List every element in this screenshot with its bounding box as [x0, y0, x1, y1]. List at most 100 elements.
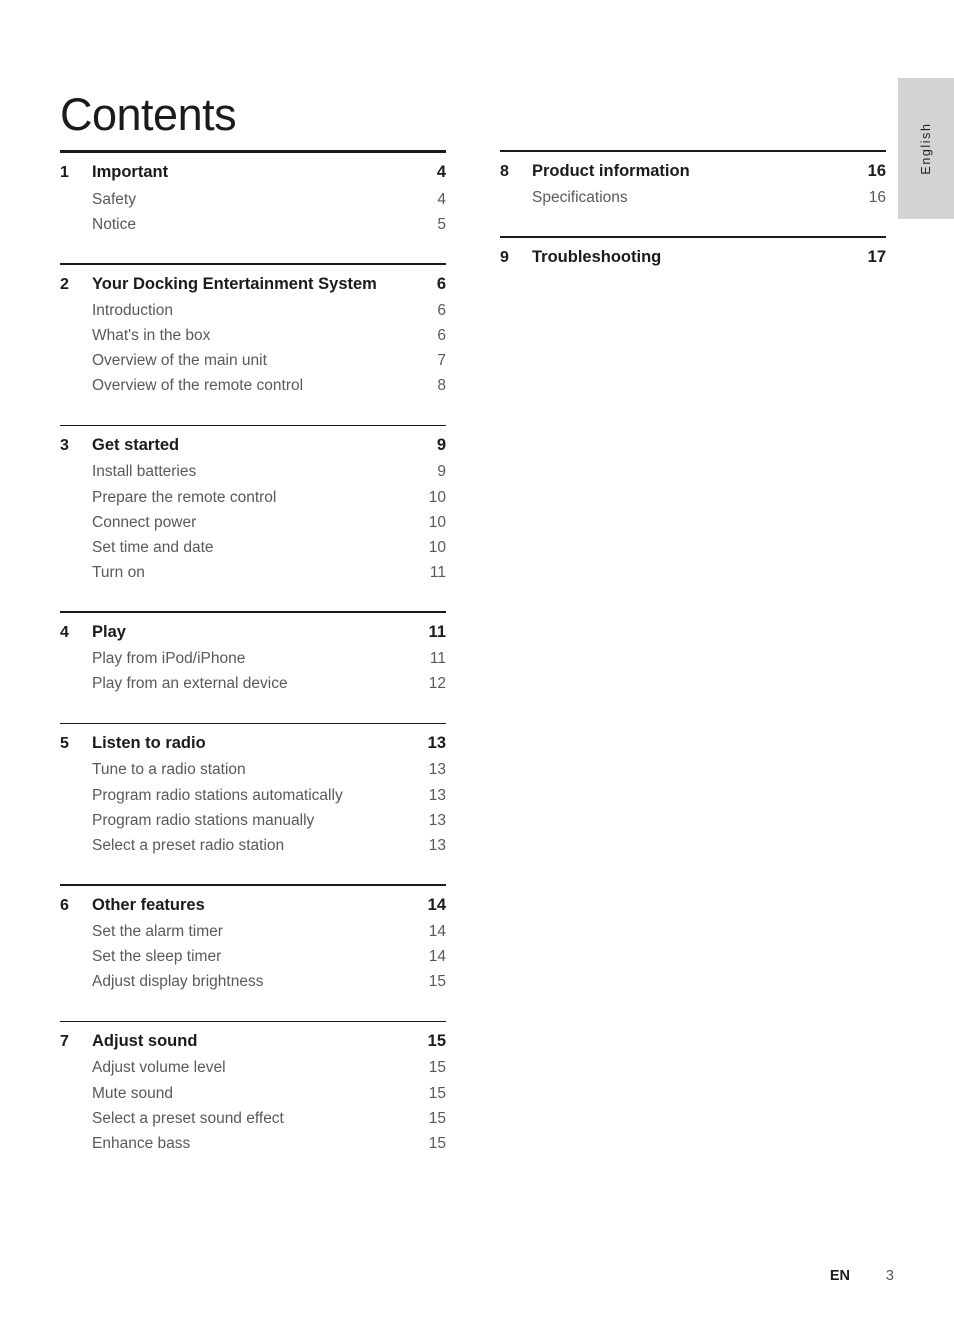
toc-subentry-row[interactable]: Connect power 10	[60, 510, 446, 535]
toc-chapter-row[interactable]: 5 Listen to radio 13	[60, 731, 446, 757]
subentry-page-number: 7	[437, 352, 446, 370]
chapter-number: 4	[60, 624, 69, 642]
subentry-page-number: 5	[437, 215, 446, 233]
subentry-title: Select a preset sound effect	[92, 1109, 284, 1127]
toc-subentry-row[interactable]: Program radio stations automatically 13	[60, 783, 446, 808]
page-footer: EN 3	[0, 1268, 894, 1284]
toc-chapter-row[interactable]: 3 Get started 9	[60, 433, 446, 459]
toc-chapter-row[interactable]: 8 Product information 16	[500, 159, 886, 185]
chapter-number: 5	[60, 735, 69, 753]
toc-subentry-row[interactable]: Overview of the main unit 7	[60, 348, 446, 373]
chapter-page-number: 13	[427, 734, 446, 753]
toc-section: 6 Other features 14 Set the alarm timer 14 Se…	[60, 884, 446, 994]
subentry-title: Overview of the remote control	[92, 377, 304, 395]
toc-subentry-row[interactable]: Enhance bass 15	[60, 1131, 446, 1156]
toc-subentry-row[interactable]: Program radio stations manually 13	[60, 808, 446, 833]
subentry-title: Overview of the main unit	[92, 352, 267, 370]
subentry-page-number: 10	[428, 488, 446, 506]
subentry-title: Specifications	[532, 188, 628, 206]
toc-subentry-row[interactable]: Select a preset sound effect 15	[60, 1106, 446, 1131]
toc-subentry-row[interactable]: Mute sound 15	[60, 1081, 446, 1106]
chapter-number: 7	[60, 1033, 69, 1051]
subentry-page-number: 4	[437, 190, 446, 208]
toc-subentry-row[interactable]: Set the alarm timer 14	[60, 919, 446, 944]
subentry-page-number: 13	[428, 761, 446, 779]
subentry-page-number: 15	[428, 1059, 446, 1077]
toc-subentry-row[interactable]: Adjust display brightness 15	[60, 969, 446, 994]
toc-subentry-row[interactable]: Overview of the remote control 8	[60, 373, 446, 398]
toc-section: 1 Important 4 Safety 4 Notice 5	[60, 150, 446, 237]
toc-chapter-row[interactable]: 1 Important 4	[60, 160, 446, 186]
toc-subentry-row[interactable]: What's in the box 6	[60, 323, 446, 348]
chapter-page-number: 17	[867, 247, 886, 266]
toc-subentry-row[interactable]: Introduction 6	[60, 298, 446, 323]
toc-subentry-row[interactable]: Adjust volume level 15	[60, 1055, 446, 1080]
toc-chapter-row[interactable]: 6 Other features 14	[60, 893, 446, 919]
chapter-number: 6	[60, 896, 69, 914]
language-tab-label: English	[919, 122, 933, 175]
subentry-title: Safety	[92, 190, 136, 208]
footer-language-code: EN	[829, 1268, 850, 1284]
toc-subentry-row[interactable]: Set time and date 10	[60, 535, 446, 560]
subentry-page-number: 11	[429, 564, 446, 582]
chapter-number: 1	[60, 164, 69, 182]
toc-entries: 2 Your Docking Entertainment System 6 Intro…	[60, 265, 446, 399]
toc-section: 9 Troubleshooting 17	[500, 236, 886, 271]
subentry-page-number: 12	[428, 675, 446, 693]
subentry-title: Install batteries	[92, 463, 197, 481]
subentry-title: Tune to a radio station	[92, 761, 246, 779]
subentry-title: Mute sound	[92, 1084, 173, 1102]
chapter-page-number: 11	[428, 623, 446, 642]
toc-subentry-row[interactable]: Specifications 16	[500, 185, 886, 210]
chapter-number: 2	[60, 275, 69, 293]
toc-subentry-row[interactable]: Play from iPod/iPhone 11	[60, 646, 446, 671]
chapter-title: Listen to radio	[92, 734, 206, 753]
chapter-page-number: 14	[427, 895, 446, 914]
subentry-title: Adjust display brightness	[92, 973, 264, 991]
toc-subentry-row[interactable]: Safety 4	[60, 187, 446, 212]
toc-chapter-row[interactable]: 7 Adjust sound 15	[60, 1029, 446, 1055]
toc-entries: 9 Troubleshooting 17	[500, 238, 886, 271]
chapter-number: 8	[500, 162, 509, 180]
toc-entries: 6 Other features 14 Set the alarm timer 14 Se…	[60, 886, 446, 995]
toc-chapter-row[interactable]: 2 Your Docking Entertainment System 6	[60, 272, 446, 298]
toc-subentry-row[interactable]: Select a preset radio station 13	[60, 833, 446, 858]
subentry-page-number: 14	[428, 948, 446, 966]
chapter-title: Troubleshooting	[532, 247, 662, 266]
subentry-title: Set the alarm timer	[92, 923, 223, 941]
subentry-page-number: 15	[428, 1084, 446, 1102]
subentry-title: Select a preset radio station	[92, 837, 285, 855]
toc-section: 7 Adjust sound 15 Adjust volume level 15 Mute…	[60, 1020, 446, 1157]
chapter-title: Adjust sound	[92, 1032, 198, 1051]
toc-section: 3 Get started 9 Install batteries 9 Prepare t…	[60, 424, 446, 586]
toc-chapter-row[interactable]: 9 Troubleshooting 17	[500, 245, 886, 271]
subentry-page-number: 13	[428, 811, 446, 829]
subentry-title: Program radio stations automatically	[92, 786, 343, 804]
subentry-page-number: 11	[429, 650, 446, 668]
toc-section: 5 Listen to radio 13 Tune to a radio statio…	[60, 722, 446, 859]
subentry-page-number: 15	[428, 1109, 446, 1127]
toc-subentry-row[interactable]: Notice 5	[60, 212, 446, 237]
subentry-page-number: 6	[437, 327, 446, 344]
chapter-page-number: 6	[436, 274, 446, 293]
toc-subentry-row[interactable]: Play from an external device 12	[60, 671, 446, 696]
subentry-title: Adjust volume level	[92, 1059, 226, 1077]
subentry-title: Play from iPod/iPhone	[92, 650, 246, 668]
toc-subentry-row[interactable]: Set the sleep timer 14	[60, 944, 446, 969]
subentry-title: Introduction	[92, 301, 173, 319]
chapter-page-number: 4	[436, 163, 446, 182]
toc-entries: 1 Important 4 Safety 4 Notice 5	[60, 153, 446, 237]
toc-subentry-row[interactable]: Install batteries 9	[60, 459, 446, 484]
chapter-title: Other features	[92, 895, 205, 914]
chapter-page-number: 15	[427, 1032, 446, 1051]
toc-subentry-row[interactable]: Tune to a radio station 13	[60, 757, 446, 782]
subentry-page-number: 8	[437, 377, 446, 395]
subentry-page-number: 15	[428, 1135, 446, 1153]
footer-page-number: 3	[885, 1268, 894, 1284]
subentry-title: Enhance bass	[92, 1135, 191, 1153]
toc-chapter-row[interactable]: 4 Play 11	[60, 620, 446, 646]
subentry-page-number: 13	[428, 837, 446, 855]
toc-subentry-row[interactable]: Turn on 11	[60, 560, 446, 585]
toc-subentry-row[interactable]: Prepare the remote control 10	[60, 485, 446, 510]
subentry-page-number: 16	[868, 188, 886, 206]
